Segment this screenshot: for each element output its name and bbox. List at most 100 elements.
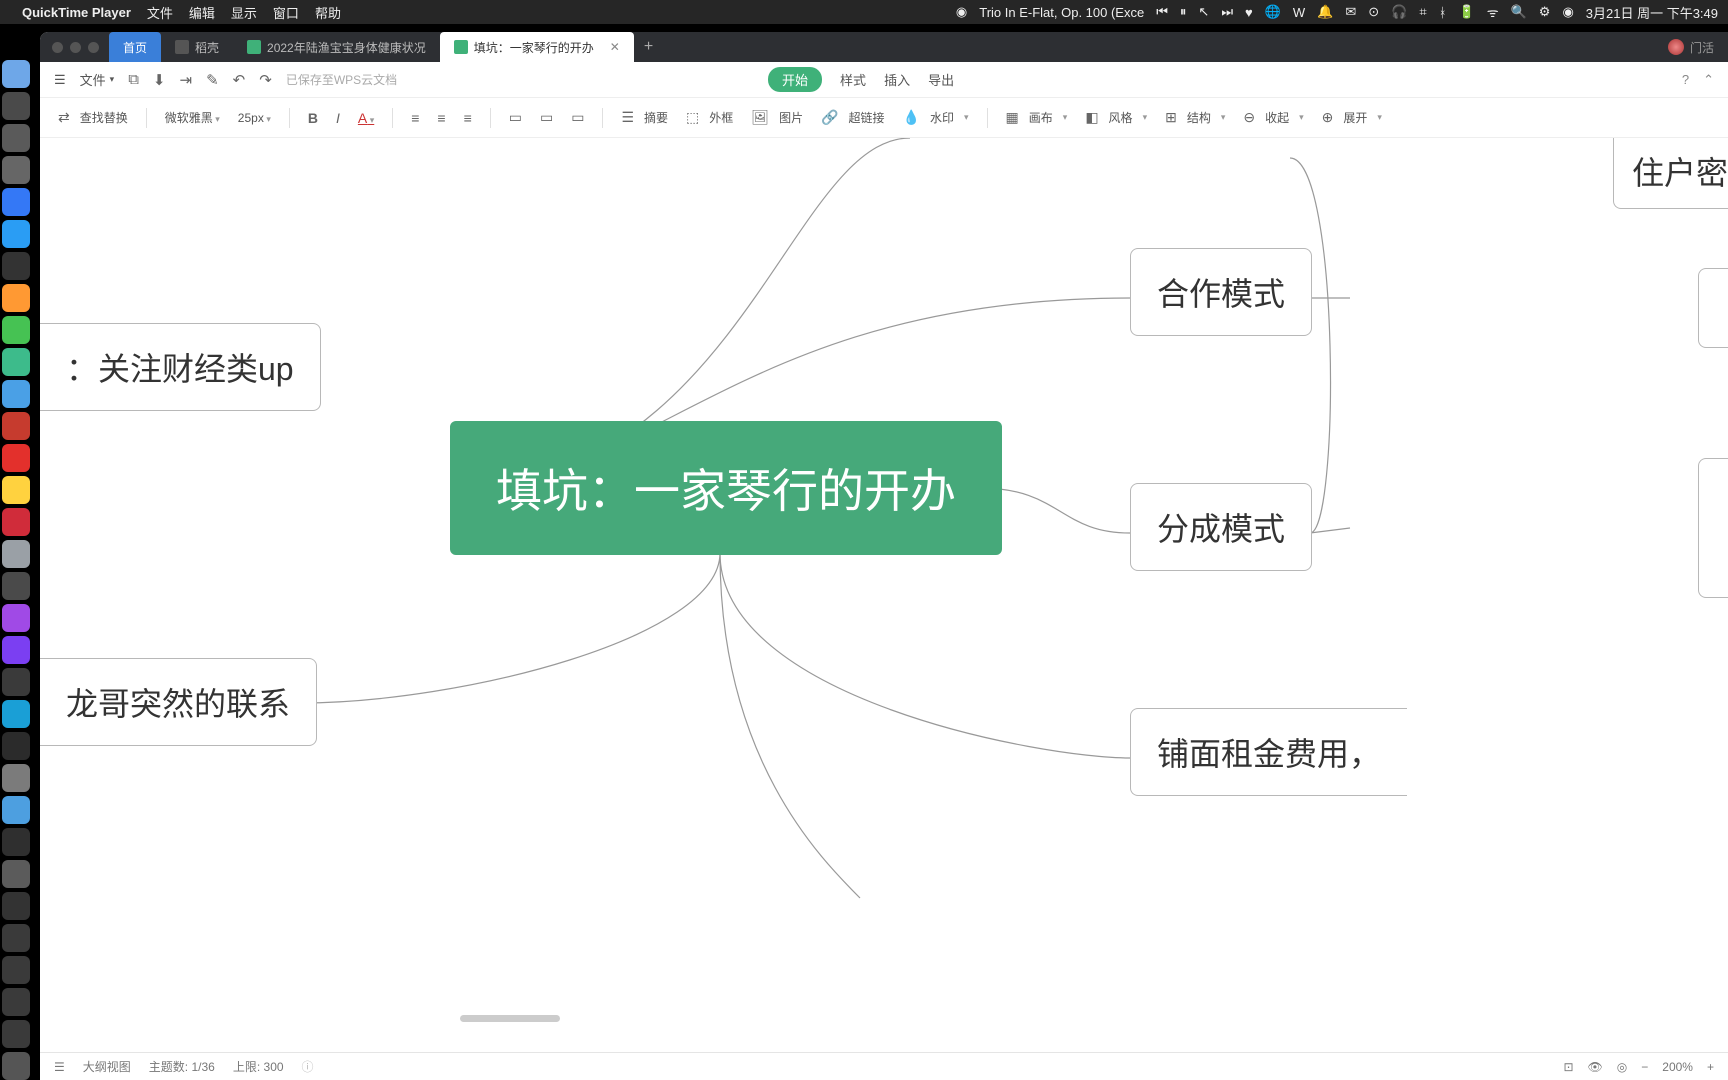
structure-button[interactable]: ⊞结构: [1165, 109, 1225, 126]
dock-app-30[interactable]: [2, 1020, 30, 1048]
dock-app-29[interactable]: [2, 988, 30, 1016]
copy-icon[interactable]: ⧉: [128, 71, 139, 88]
italic-button[interactable]: I: [336, 110, 340, 126]
dock-app-26[interactable]: [2, 892, 30, 920]
dock-app-6[interactable]: [2, 252, 30, 280]
add-tab-button[interactable]: +: [644, 38, 653, 56]
dock-app-23[interactable]: [2, 796, 30, 824]
hamburger-small-icon[interactable]: ☰: [54, 1060, 65, 1074]
zoom-level[interactable]: 200%: [1662, 1060, 1693, 1074]
bell-icon[interactable]: 🔔: [1317, 4, 1333, 20]
redo-icon[interactable]: ↷: [259, 71, 272, 89]
headphones-icon[interactable]: 🎧: [1391, 4, 1407, 20]
dock-app-5[interactable]: [2, 220, 30, 248]
dock-app-14[interactable]: [2, 508, 30, 536]
bluetooth-icon[interactable]: ᚼ: [1439, 5, 1447, 20]
border-button[interactable]: ⬚外框: [686, 109, 733, 126]
dock-app-10[interactable]: [2, 380, 30, 408]
search-icon[interactable]: 🔍: [1511, 4, 1527, 20]
font-color-button[interactable]: A: [358, 110, 374, 126]
dock-app-11[interactable]: [2, 412, 30, 440]
app-name[interactable]: QuickTime Player: [22, 5, 131, 20]
dock-app-16[interactable]: [2, 572, 30, 600]
undo-icon[interactable]: ↶: [233, 71, 246, 89]
zoom-out-button[interactable]: −: [1641, 1060, 1648, 1074]
node-add2-icon[interactable]: ▭: [540, 109, 553, 126]
outline-button[interactable]: ☰摘要: [621, 109, 668, 126]
mindmap-canvas[interactable]: ：关注财经类up 龙哥突然的联系 填坑：一家琴行的开办 住户密 合作模式 分成模…: [40, 138, 1728, 1052]
dock-app-28[interactable]: [2, 956, 30, 984]
menu-window[interactable]: 窗口: [273, 3, 299, 22]
horizontal-scrollbar[interactable]: [460, 1015, 560, 1022]
now-playing[interactable]: Trio In E-Flat, Op. 100 (Exce: [979, 5, 1144, 20]
grid-icon[interactable]: ⌗: [1419, 4, 1426, 20]
dock-app-3[interactable]: [2, 156, 30, 184]
watermark-button[interactable]: 💧水印: [903, 109, 969, 126]
eye-icon[interactable]: 👁: [1588, 1060, 1603, 1074]
node-stub-1[interactable]: [1698, 268, 1728, 348]
dock-app-8[interactable]: [2, 316, 30, 344]
dock-app-31[interactable]: [2, 1052, 30, 1080]
download-icon[interactable]: ⬇: [153, 71, 166, 89]
find-replace-button[interactable]: ⇄查找替换: [58, 109, 128, 126]
prev-track-icon[interactable]: ⏮: [1156, 4, 1168, 20]
info-icon[interactable]: ⓘ: [302, 1058, 314, 1075]
dock-app-21[interactable]: [2, 732, 30, 760]
dock-app-19[interactable]: [2, 668, 30, 696]
wifi-icon[interactable]: ᯤ: [1487, 3, 1499, 21]
dock-app-9[interactable]: [2, 348, 30, 376]
node-stub-2[interactable]: [1698, 458, 1728, 598]
hamburger-icon[interactable]: ☰: [54, 72, 66, 88]
close-tab-icon[interactable]: ✕: [610, 40, 620, 54]
font-size-select[interactable]: 25px: [238, 111, 271, 125]
dock-app-20[interactable]: [2, 700, 30, 728]
dock-app-17[interactable]: [2, 604, 30, 632]
center-node[interactable]: 填坑：一家琴行的开办: [450, 421, 1002, 555]
node-right-2[interactable]: 合作模式: [1130, 248, 1312, 336]
bold-button[interactable]: B: [308, 110, 318, 126]
brush-icon[interactable]: ✎: [206, 71, 219, 89]
dock-app-22[interactable]: [2, 764, 30, 792]
help-icon[interactable]: ?: [1682, 72, 1689, 88]
target-icon[interactable]: ◎: [1617, 1060, 1627, 1074]
menu-help[interactable]: 帮助: [315, 3, 341, 22]
outline-view-button[interactable]: 大纲视图: [83, 1058, 131, 1075]
tab-insert[interactable]: 插入: [884, 70, 910, 89]
play-circle-icon[interactable]: ⊙: [1368, 4, 1379, 20]
expand-button[interactable]: ⊕展开: [1322, 109, 1382, 126]
file-menu[interactable]: 文件 ▾: [80, 70, 115, 89]
dock-app-2[interactable]: [2, 124, 30, 152]
node-add3-icon[interactable]: ▭: [571, 109, 584, 126]
align-center-icon[interactable]: ≡: [437, 110, 445, 126]
node-left-2[interactable]: 龙哥突然的联系: [40, 658, 317, 746]
dock-app-12[interactable]: [2, 444, 30, 472]
dock-app-7[interactable]: [2, 284, 30, 312]
tab-doc2-active[interactable]: 填坑：一家琴行的开办✕: [440, 32, 634, 62]
wechat-tray-icon[interactable]: ✉: [1345, 4, 1356, 20]
record-icon[interactable]: ◉: [956, 4, 967, 20]
control-center-icon[interactable]: ⚙: [1539, 4, 1551, 20]
next-track-icon[interactable]: ⏭: [1221, 4, 1233, 20]
screenshot-icon[interactable]: ⊡: [1563, 1060, 1573, 1074]
canvas-button[interactable]: ▦画布: [1006, 109, 1068, 126]
style-button[interactable]: ◧风格: [1085, 109, 1147, 126]
dock-app-25[interactable]: [2, 860, 30, 888]
heart-icon[interactable]: ♥: [1245, 5, 1253, 20]
box-w-icon[interactable]: W: [1293, 5, 1305, 20]
hyperlink-button[interactable]: 🔗超链接: [821, 109, 884, 126]
menu-file[interactable]: 文件: [147, 3, 173, 22]
dock-app-0[interactable]: [2, 60, 30, 88]
tab-home[interactable]: 首页: [109, 32, 161, 62]
collapse-button[interactable]: ⊖收起: [1243, 109, 1303, 126]
node-left-1[interactable]: ：关注财经类up: [40, 323, 321, 411]
dock-app-15[interactable]: [2, 540, 30, 568]
node-right-3[interactable]: 分成模式: [1130, 483, 1312, 571]
node-right-4[interactable]: 铺面租金费用，: [1130, 708, 1407, 796]
align-right-icon[interactable]: ≡: [464, 110, 472, 126]
menu-edit[interactable]: 编辑: [189, 3, 215, 22]
battery-icon[interactable]: 🔋: [1459, 4, 1475, 20]
dock-app-13[interactable]: [2, 476, 30, 504]
tab-start[interactable]: 开始: [768, 67, 822, 92]
node-add1-icon[interactable]: ▭: [509, 109, 522, 126]
image-button[interactable]: 🖼图片: [751, 109, 803, 126]
